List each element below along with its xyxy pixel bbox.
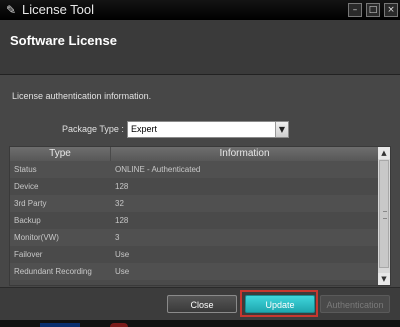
cell-info: Use bbox=[115, 267, 130, 276]
cell-type: Status bbox=[14, 165, 37, 174]
taskbar-item[interactable] bbox=[40, 323, 80, 327]
cell-type: Redundant Recording bbox=[14, 267, 92, 276]
cell-info: 128 bbox=[115, 216, 129, 225]
minimize-icon[interactable]: – bbox=[348, 3, 362, 17]
cell-info: ONLINE - Authenticated bbox=[115, 165, 201, 174]
vertical-scrollbar[interactable]: ▲ ▼ bbox=[378, 147, 390, 285]
header: Software License bbox=[0, 20, 400, 74]
title-bar[interactable]: ✎ License Tool – □ × bbox=[0, 0, 400, 20]
table-row[interactable]: Monitor(VW) 3 bbox=[10, 229, 378, 246]
package-type-value: Expert bbox=[131, 124, 158, 134]
taskbar-item[interactable] bbox=[110, 323, 128, 327]
table-row[interactable]: Failover Use bbox=[10, 246, 378, 263]
column-header-type: Type bbox=[10, 147, 111, 161]
window-title: License Tool bbox=[22, 2, 95, 17]
table-body: Status ONLINE - Authenticated Device 128 3… bbox=[10, 161, 378, 280]
info-text: License authentication information. bbox=[12, 91, 152, 101]
table-row[interactable]: 3rd Party 32 bbox=[10, 195, 378, 212]
package-type-select[interactable]: Expert ▼ bbox=[127, 121, 289, 138]
package-type-label: Package Type : bbox=[62, 124, 124, 134]
app-icon: ✎ bbox=[5, 3, 17, 17]
scroll-down-icon[interactable]: ▼ bbox=[378, 273, 390, 285]
cell-type: Failover bbox=[14, 250, 43, 259]
scroll-up-icon[interactable]: ▲ bbox=[378, 147, 390, 159]
cell-info: 128 bbox=[115, 182, 129, 191]
page-title: Software License bbox=[10, 33, 117, 48]
maximize-icon[interactable]: □ bbox=[366, 3, 380, 17]
authentication-button[interactable]: Authentication bbox=[320, 295, 390, 313]
cell-type: Backup bbox=[14, 216, 41, 225]
license-table: Type Information Status ONLINE - Authenti… bbox=[9, 146, 391, 286]
cell-info: 3 bbox=[115, 233, 120, 242]
cell-type: Device bbox=[14, 182, 39, 191]
taskbar bbox=[0, 320, 400, 327]
table-header: Type Information bbox=[10, 147, 378, 161]
update-button[interactable]: Update bbox=[245, 295, 315, 313]
cell-type: Monitor(VW) bbox=[14, 233, 59, 242]
chevron-down-icon[interactable]: ▼ bbox=[275, 122, 288, 137]
table-row[interactable]: Device 128 bbox=[10, 178, 378, 195]
table-row[interactable]: Redundant Recording Use bbox=[10, 263, 378, 280]
footer: Close Update Authentication bbox=[0, 287, 400, 321]
license-tool-window: ✎ License Tool – □ × Software License Li… bbox=[0, 0, 400, 327]
content-area: License authentication information. Pack… bbox=[0, 75, 400, 287]
cell-type: 3rd Party bbox=[14, 199, 47, 208]
column-header-information: Information bbox=[219, 148, 270, 159]
table-row[interactable]: Status ONLINE - Authenticated bbox=[10, 161, 378, 178]
cell-info: 32 bbox=[115, 199, 124, 208]
table-row[interactable]: Backup 128 bbox=[10, 212, 378, 229]
close-button[interactable]: Close bbox=[167, 295, 237, 313]
cell-info: Use bbox=[115, 250, 130, 259]
grip-icon bbox=[383, 211, 387, 219]
close-icon[interactable]: × bbox=[384, 3, 398, 17]
scroll-thumb[interactable] bbox=[379, 160, 389, 268]
